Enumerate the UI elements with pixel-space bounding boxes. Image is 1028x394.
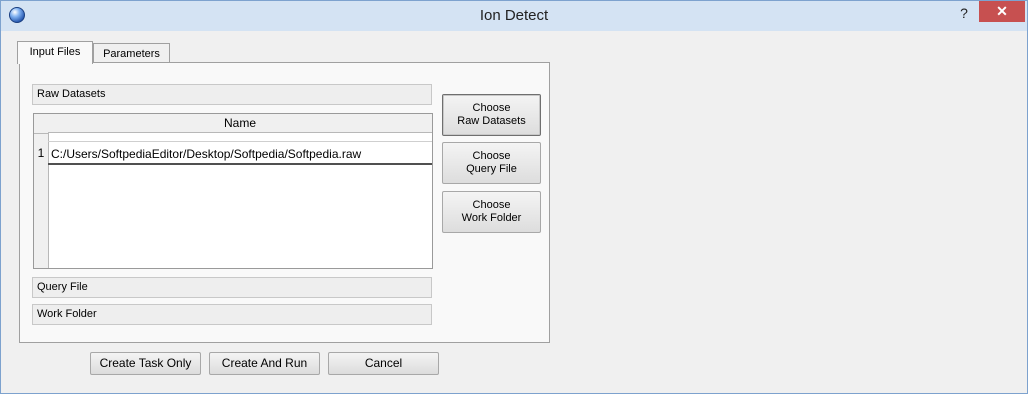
create-and-run-button[interactable]: Create And Run [209, 352, 320, 375]
choose-work-folder-button[interactable]: Choose Work Folder [442, 191, 541, 233]
button-label-line1: Choose [472, 102, 511, 114]
row-index: 1 [37, 146, 45, 160]
work-folder-header: Work Folder [32, 304, 432, 325]
window-title: Ion Detect [479, 7, 549, 24]
help-button[interactable]: ? [951, 2, 977, 24]
close-button[interactable]: ✕ [979, 1, 1025, 22]
input-files-panel: Raw Datasets Name 1 C:/Users/SoftpediaEd… [19, 62, 550, 343]
create-task-only-button[interactable]: Create Task Only [90, 352, 201, 375]
column-header-name[interactable]: Name [48, 114, 432, 133]
raw-datasets-header: Raw Datasets [32, 84, 432, 105]
title-bar[interactable]: Ion Detect ? ✕ [1, 1, 1027, 31]
cancel-button[interactable]: Cancel [328, 352, 439, 375]
button-label-line1: Choose [472, 199, 511, 211]
button-label-line2: Raw Datasets [457, 115, 526, 127]
dialog-content: Input Files Parameters Raw Datasets Name… [7, 32, 1021, 387]
table-row[interactable]: 1 C:/Users/SoftpediaEditor/Desktop/Softp… [34, 141, 432, 165]
tab-parameters[interactable]: Parameters [93, 43, 170, 64]
tab-input-files[interactable]: Input Files [17, 41, 93, 64]
button-label-line2: Query File [466, 163, 517, 175]
button-label-line1: Choose [472, 150, 511, 162]
button-label-line2: Work Folder [461, 212, 522, 224]
query-file-header: Query File [32, 277, 432, 298]
close-icon: ✕ [996, 3, 1008, 19]
table-corner [34, 114, 49, 134]
choose-query-file-button[interactable]: Choose Query File [442, 142, 541, 184]
raw-datasets-table[interactable]: Name 1 C:/Users/SoftpediaEditor/Desktop/… [33, 113, 433, 269]
dataset-path-cell[interactable]: C:/Users/SoftpediaEditor/Desktop/Softped… [48, 141, 432, 165]
choose-raw-datasets-button[interactable]: Choose Raw Datasets [442, 94, 541, 136]
app-window: Ion Detect ? ✕ Input Files Parameters Ra… [0, 0, 1028, 394]
